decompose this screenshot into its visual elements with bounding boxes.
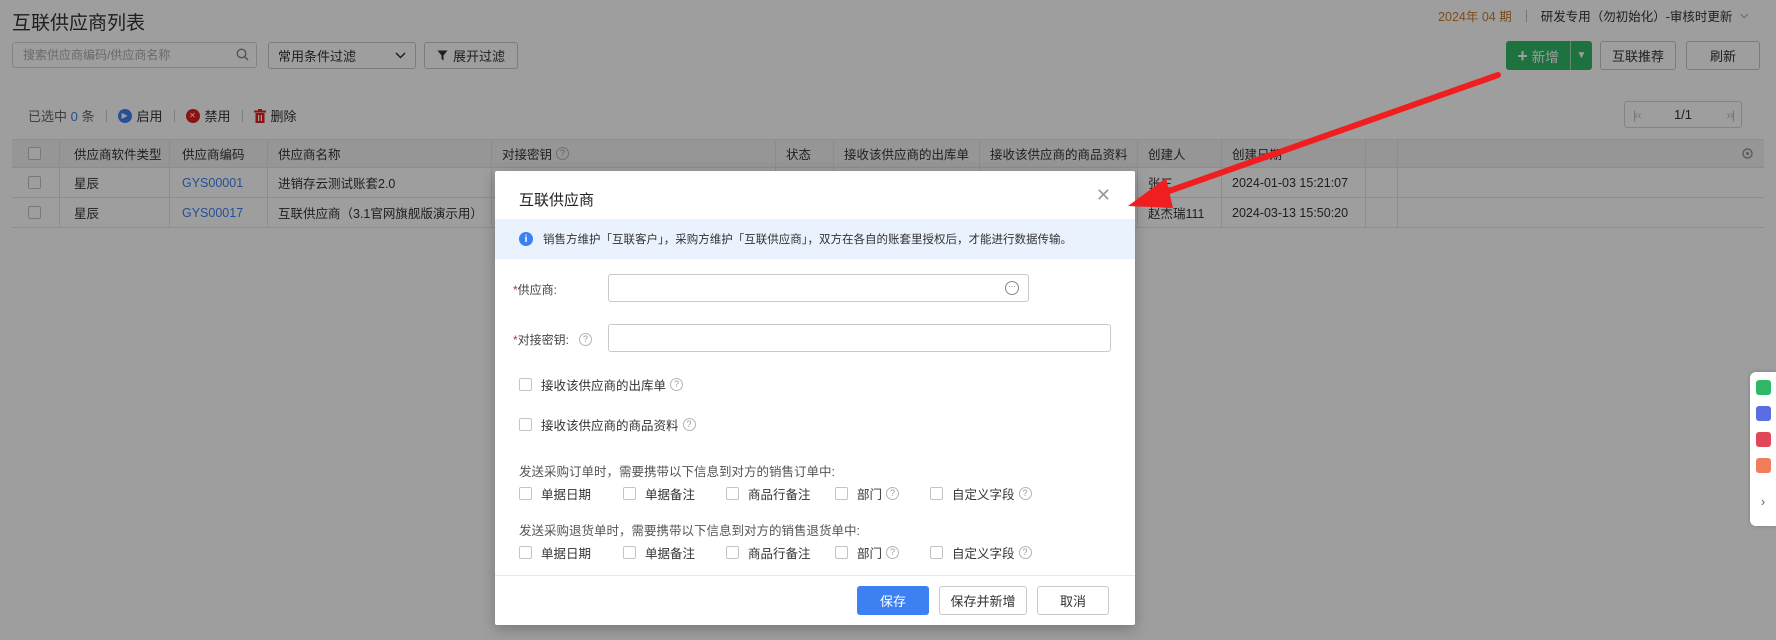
pr-section-text: 发送采购退货单时，需要携带以下信息到对方的销售退货单中: xyxy=(519,524,860,538)
recv-out-label: 接收该供应商的出库单 xyxy=(541,379,667,393)
pr-option-custom[interactable]: 自定义字段? xyxy=(930,543,1032,562)
chevron-right-icon[interactable]: › xyxy=(1761,494,1765,509)
supplier-field[interactable]: ··· xyxy=(608,274,1029,302)
option-label: 自定义字段 xyxy=(952,488,1015,502)
info-icon: i xyxy=(519,232,533,246)
help-icon[interactable]: ? xyxy=(1018,487,1032,500)
pr-options: 单据日期 单据备注 商品行备注 部门? 自定义字段? xyxy=(519,543,1032,562)
pr-option-date[interactable]: 单据日期 xyxy=(519,543,623,562)
po-section-text: 发送采购订单时，需要携带以下信息到对方的销售订单中: xyxy=(519,465,835,479)
checkbox[interactable] xyxy=(519,546,532,559)
help-icon[interactable]: ? xyxy=(682,418,696,431)
checkbox[interactable] xyxy=(519,487,532,500)
po-options: 单据日期 单据备注 商品行备注 部门? 自定义字段? xyxy=(519,484,1032,503)
info-text: 销售方维护「互联客户」，采购方维护「互联供应商」，双方在各自的账套里授权后，才能… xyxy=(543,234,1072,246)
checkbox[interactable] xyxy=(835,546,848,559)
help-icon[interactable]: ? xyxy=(579,333,593,346)
supplier-label: *供应商: xyxy=(513,283,558,297)
clipboard-icon[interactable] xyxy=(1755,432,1771,447)
checkbox[interactable] xyxy=(726,546,739,559)
option-label: 商品行备注 xyxy=(748,488,811,502)
hl-supplier-dialog: 互联供应商 ✕ i 销售方维护「互联客户」，采购方维护「互联供应商」，双方在各自… xyxy=(495,171,1135,625)
cancel-button[interactable]: 取消 xyxy=(1037,586,1109,615)
pr-option-dept[interactable]: 部门? xyxy=(835,543,930,562)
po-option-remark[interactable]: 单据备注 xyxy=(623,484,726,503)
recv-out-option[interactable]: 接收该供应商的出库单 ? xyxy=(519,375,684,394)
checkbox[interactable] xyxy=(930,546,943,559)
option-label: 单据备注 xyxy=(645,547,696,561)
pr-option-line-remark[interactable]: 商品行备注 xyxy=(726,543,835,562)
recv-goods-label: 接收该供应商的商品资料 xyxy=(541,419,679,433)
key-input[interactable] xyxy=(617,325,1068,351)
checkbox[interactable] xyxy=(930,487,943,500)
pr-option-remark[interactable]: 单据备注 xyxy=(623,543,726,562)
option-label: 自定义字段 xyxy=(952,547,1015,561)
option-label: 部门 xyxy=(857,488,883,502)
po-option-custom[interactable]: 自定义字段? xyxy=(930,484,1032,503)
supplier-input[interactable] xyxy=(617,275,995,301)
more-icon[interactable]: ··· xyxy=(1005,281,1019,295)
po-option-line-remark[interactable]: 商品行备注 xyxy=(726,484,835,503)
option-label: 单据备注 xyxy=(645,488,696,502)
dialog-title: 互联供应商 xyxy=(519,192,595,209)
grid-icon[interactable] xyxy=(1755,458,1771,473)
recv-goods-option[interactable]: 接收该供应商的商品资料 ? xyxy=(519,415,696,434)
recv-goods-checkbox[interactable] xyxy=(519,418,532,431)
checkbox[interactable] xyxy=(726,487,739,500)
help-icon[interactable]: ? xyxy=(670,378,684,391)
checkbox[interactable] xyxy=(623,487,636,500)
po-option-dept[interactable]: 部门? xyxy=(835,484,930,503)
side-toolbar: › xyxy=(1750,372,1776,526)
option-label: 单据日期 xyxy=(541,488,592,502)
recv-out-checkbox[interactable] xyxy=(519,378,532,391)
save-button[interactable]: 保存 xyxy=(857,586,929,615)
option-label: 部门 xyxy=(857,547,883,561)
help-icon[interactable]: ? xyxy=(886,487,900,500)
help-icon[interactable] xyxy=(1755,380,1771,395)
key-field[interactable] xyxy=(608,324,1111,352)
po-option-date[interactable]: 单据日期 xyxy=(519,484,623,503)
save-and-new-button[interactable]: 保存并新增 xyxy=(939,586,1027,615)
help-icon[interactable]: ? xyxy=(886,546,900,559)
checkbox[interactable] xyxy=(623,546,636,559)
chat-icon[interactable] xyxy=(1755,406,1771,421)
close-icon[interactable]: ✕ xyxy=(1096,186,1111,204)
option-label: 单据日期 xyxy=(541,547,592,561)
option-label: 商品行备注 xyxy=(748,547,811,561)
dialog-footer: 保存 保存并新增 取消 xyxy=(495,575,1135,625)
info-banner: i 销售方维护「互联客户」，采购方维护「互联供应商」，双方在各自的账套里授权后，… xyxy=(495,219,1135,259)
help-icon[interactable]: ? xyxy=(1018,546,1032,559)
key-label: * 对接密钥: ? xyxy=(513,331,593,348)
checkbox[interactable] xyxy=(835,487,848,500)
